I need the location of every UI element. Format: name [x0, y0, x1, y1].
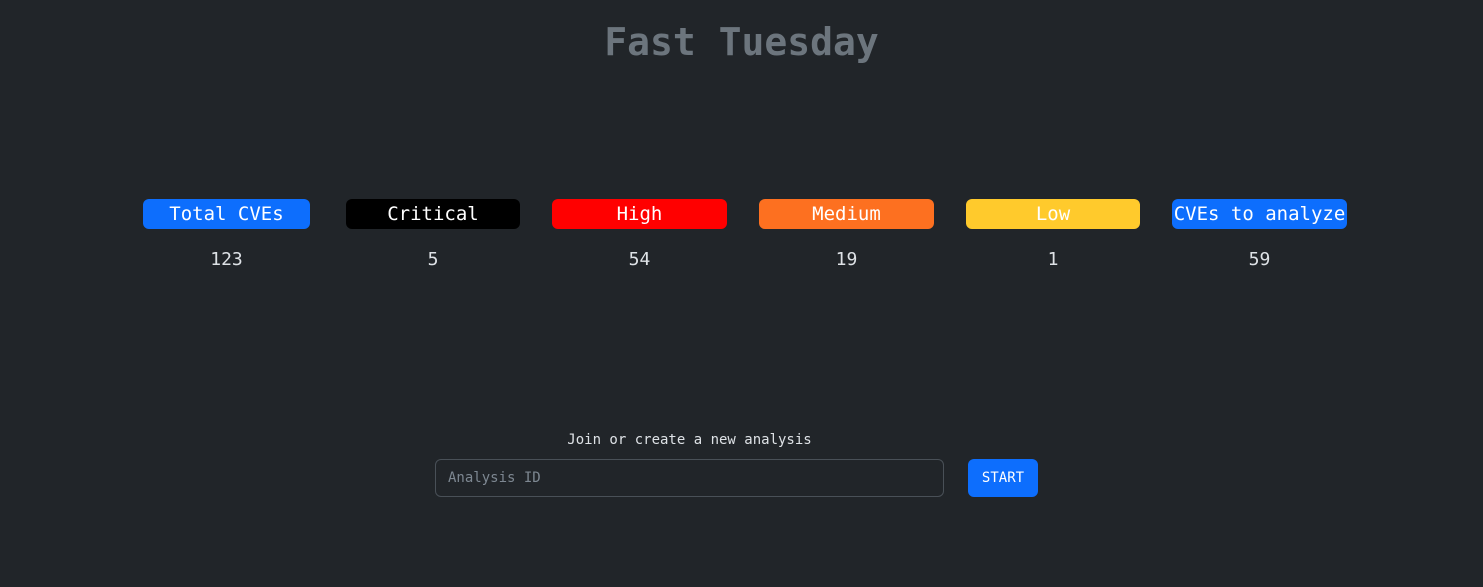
start-button[interactable]: START: [968, 459, 1038, 497]
stat-high: High 54: [552, 199, 727, 273]
stat-medium: Medium 19: [759, 199, 934, 273]
stat-badge-high: High: [552, 199, 727, 229]
stat-value-medium: 19: [835, 249, 858, 270]
stat-low: Low 1: [966, 199, 1140, 273]
stat-badge-medium: Medium: [759, 199, 934, 229]
stat-value-cves-to-analyze: 59: [1248, 249, 1271, 270]
stat-value-total-cves: 123: [210, 249, 243, 270]
stat-badge-critical: Critical: [346, 199, 520, 229]
stat-badge-total-cves: Total CVEs: [143, 199, 310, 229]
stat-total-cves: Total CVEs 123: [143, 199, 310, 273]
stat-value-critical: 5: [427, 249, 439, 270]
stat-critical: Critical 5: [346, 199, 520, 273]
analysis-form-label: Join or create a new analysis: [567, 432, 812, 448]
stat-badge-low: Low: [966, 199, 1140, 229]
stat-cves-to-analyze: CVEs to analyze 59: [1172, 199, 1347, 273]
page-title: Fast Tuesday: [604, 20, 879, 64]
stat-value-low: 1: [1047, 249, 1059, 270]
stat-value-high: 54: [628, 249, 651, 270]
analysis-id-input[interactable]: [435, 459, 944, 497]
stat-badge-cves-to-analyze: CVEs to analyze: [1172, 199, 1347, 229]
